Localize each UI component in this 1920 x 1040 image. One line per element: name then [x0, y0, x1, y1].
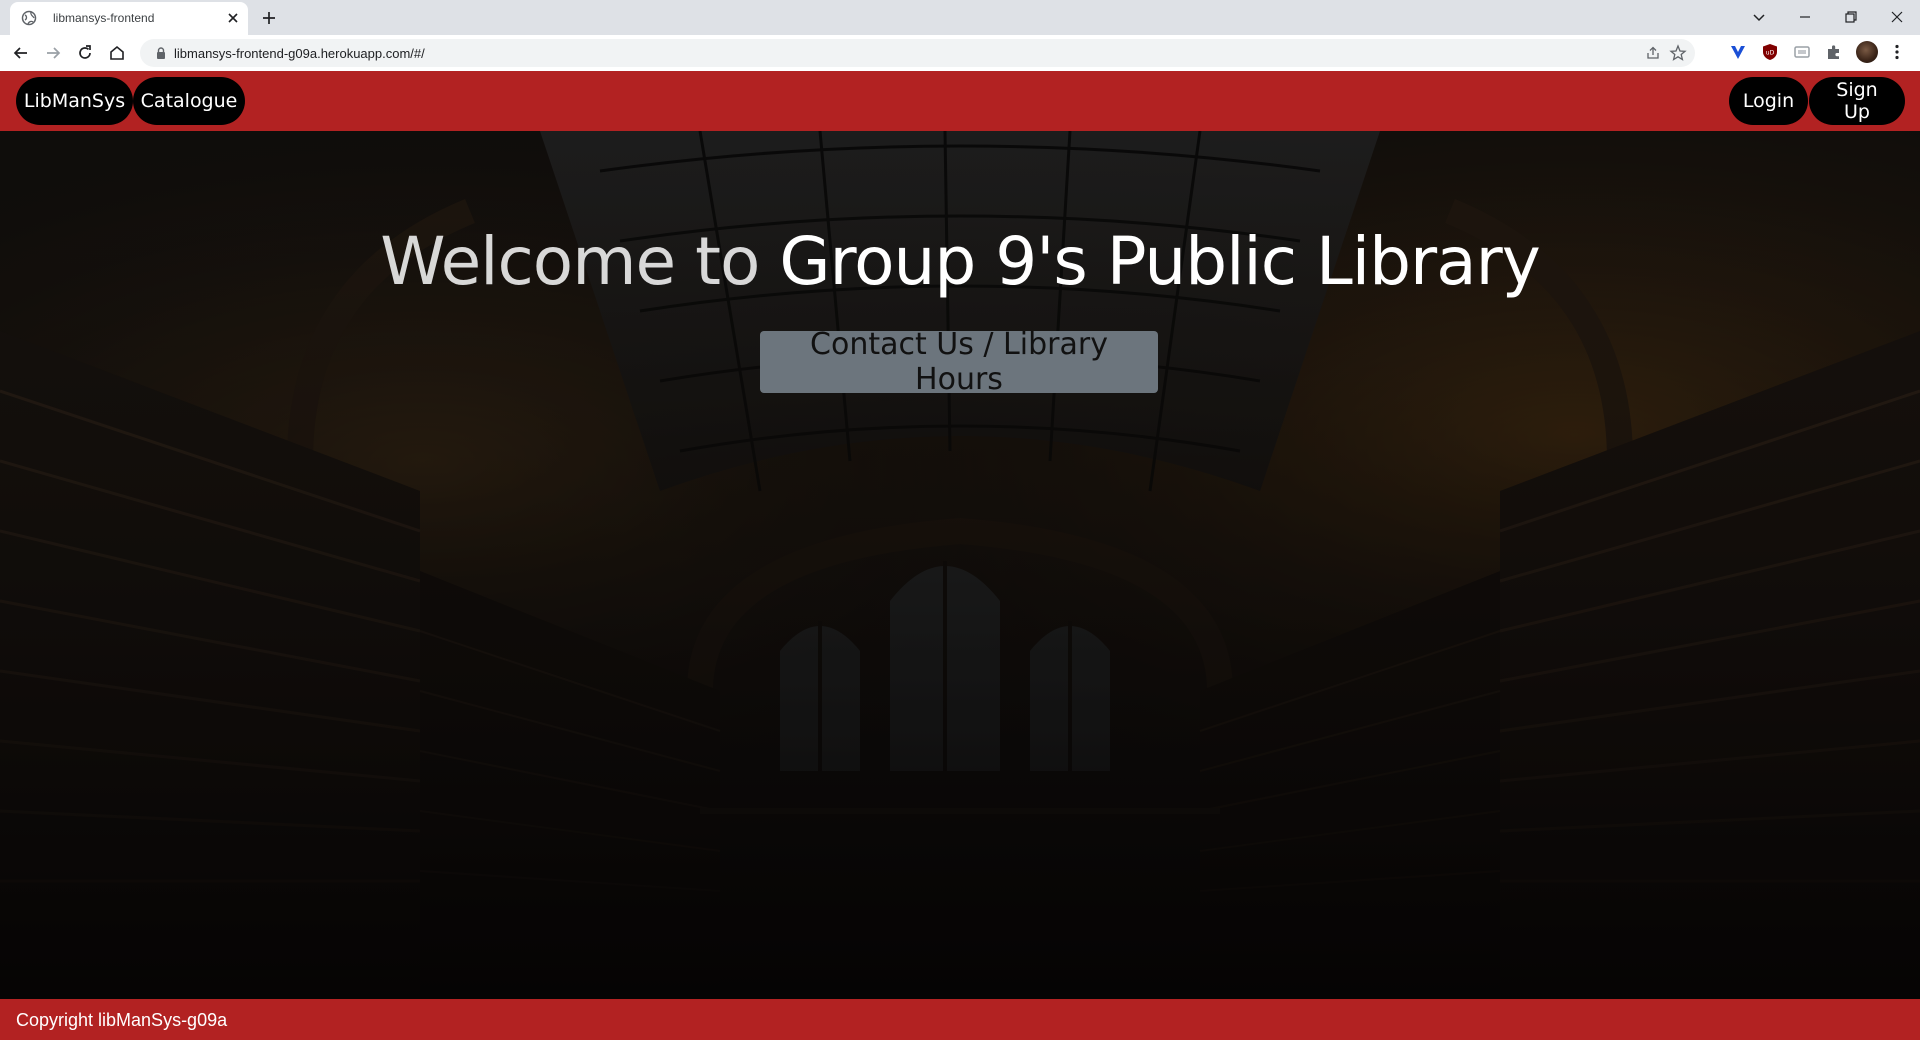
reload-icon[interactable] — [75, 43, 95, 63]
browser-tabstrip: libmansys-frontend — [0, 0, 1920, 35]
close-window-icon[interactable] — [1886, 6, 1908, 28]
web-page: LibManSys Catalogue Login Sign Up Welcom… — [0, 71, 1920, 1040]
url-text[interactable]: libmansys-frontend-g09a.herokuapp.com/#/ — [174, 46, 425, 61]
restore-icon[interactable] — [1840, 6, 1862, 28]
hero-title-library-name: Group 9's Public Library — [779, 223, 1540, 300]
chrome-menu-icon[interactable] — [1887, 42, 1907, 62]
ublock-shield-icon[interactable]: uD — [1760, 42, 1780, 62]
minimize-icon[interactable] — [1794, 6, 1816, 28]
site-footer: Copyright libManSys-g09a — [0, 999, 1920, 1040]
share-icon[interactable] — [1645, 45, 1661, 61]
tab-title: libmansys-frontend — [53, 11, 155, 25]
contact-library-hours-button[interactable]: Contact Us / Library Hours — [760, 327, 1158, 397]
new-tab-icon[interactable] — [259, 8, 279, 28]
forward-arrow-icon[interactable] — [43, 43, 63, 63]
extensions-puzzle-icon[interactable] — [1824, 42, 1844, 62]
bookmark-star-icon[interactable] — [1669, 44, 1687, 62]
site-navbar: LibManSys Catalogue Login Sign Up — [0, 71, 1920, 131]
login-button[interactable]: Login — [1729, 77, 1808, 125]
browser-tab[interactable]: libmansys-frontend — [10, 2, 248, 35]
svg-text:uD: uD — [1766, 50, 1775, 57]
copyright-text: Copyright libManSys-g09a — [16, 1010, 228, 1030]
tab-search-chevron-icon[interactable] — [1748, 6, 1770, 28]
back-arrow-icon[interactable] — [11, 43, 31, 63]
profile-avatar[interactable] — [1856, 41, 1878, 63]
hero-title: Welcome to Group 9's Public Library — [0, 223, 1920, 300]
lock-icon[interactable] — [154, 46, 168, 60]
brand-libmansys-button[interactable]: LibManSys — [16, 77, 133, 125]
hero-title-welcome: Welcome to — [380, 223, 780, 300]
signup-button[interactable]: Sign Up — [1809, 77, 1905, 125]
globe-icon — [21, 10, 37, 26]
browser-toolbar: libmansys-frontend-g09a.herokuapp.com/#/… — [0, 35, 1920, 72]
catalogue-button[interactable]: Catalogue — [133, 77, 245, 125]
hero-section: Welcome to Group 9's Public Library Cont… — [0, 131, 1920, 999]
address-bar[interactable]: libmansys-frontend-g09a.herokuapp.com/#/ — [140, 39, 1695, 67]
close-tab-icon[interactable] — [226, 11, 240, 25]
extension-v-icon[interactable] — [1728, 42, 1748, 62]
home-icon[interactable] — [107, 43, 127, 63]
extension-screenshot-icon[interactable] — [1792, 42, 1812, 62]
